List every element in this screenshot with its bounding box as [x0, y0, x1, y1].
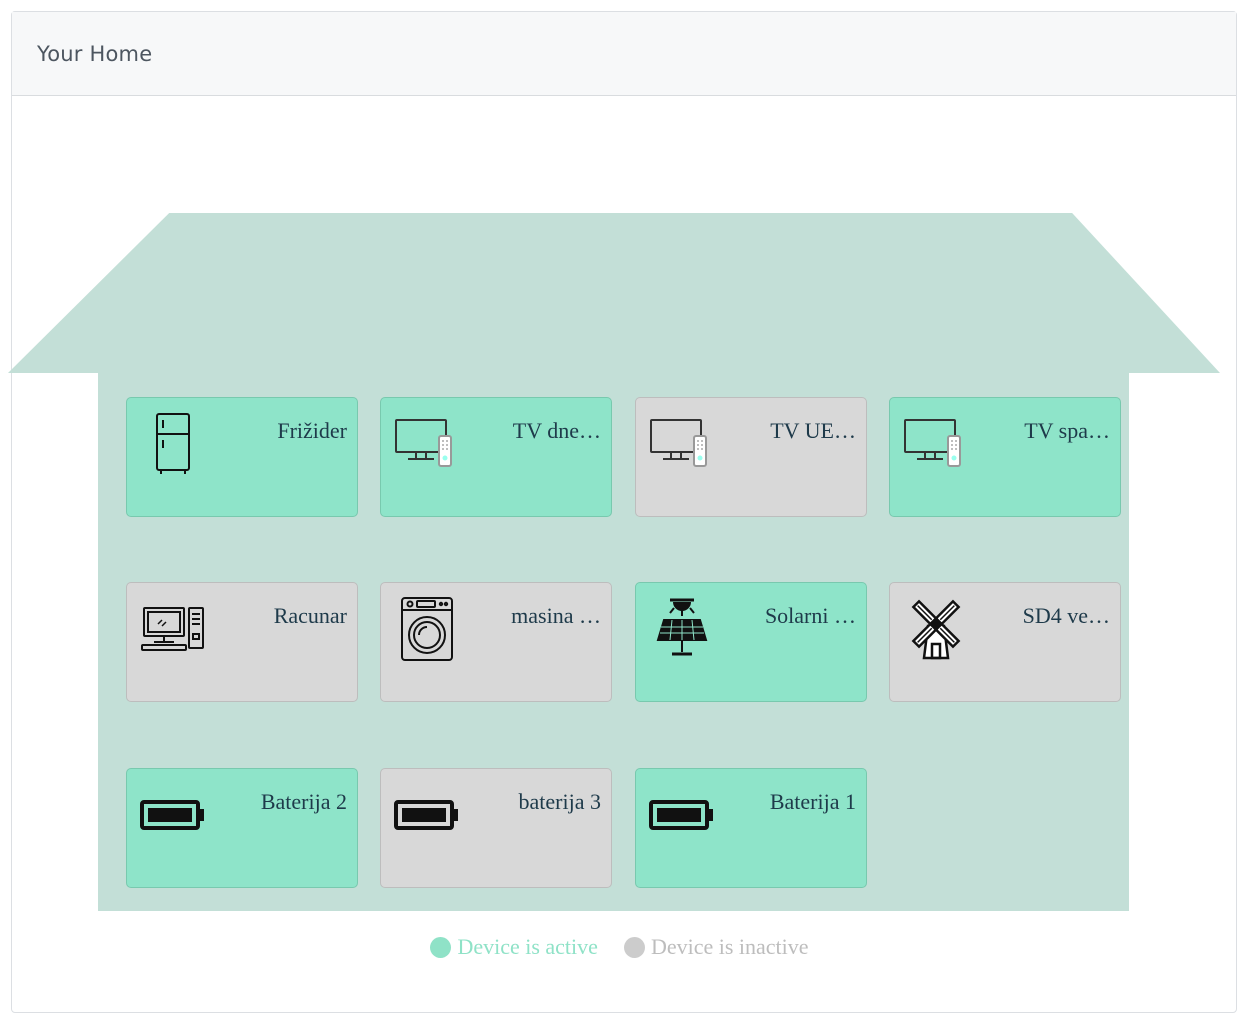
device-name: TV dne…: [512, 418, 601, 443]
device-card[interactable]: SD4 ve…: [889, 582, 1121, 702]
legend-inactive-label: Device is inactive: [650, 934, 809, 959]
device-card[interactable]: Solarni …: [635, 582, 867, 702]
device-card[interactable]: Frižider: [126, 397, 358, 517]
device-name: Frižider: [277, 418, 347, 443]
legend-active-label: Device is active: [457, 934, 598, 959]
legend-active: Device is active: [430, 934, 598, 960]
card-header: Your Home: [12, 12, 1236, 96]
device-card[interactable]: TV spa…: [889, 397, 1121, 517]
tv-icon: [393, 410, 461, 478]
device-name: masina …: [511, 603, 601, 628]
device-name: SD4 ve…: [1022, 603, 1110, 628]
device-name: baterija 3: [518, 789, 601, 814]
computer-icon: [139, 595, 207, 663]
inactive-dot-icon: [623, 936, 645, 958]
legend-inactive: Device is inactive: [623, 934, 809, 960]
device-card[interactable]: TV dne…: [380, 397, 612, 517]
solar-panel-icon: [648, 595, 716, 663]
windmill-icon: [902, 595, 970, 663]
device-card[interactable]: TV UE…: [635, 397, 867, 517]
device-name: Solarni …: [764, 603, 856, 628]
device-name: Racunar: [273, 603, 347, 628]
device-name: Baterija 1: [769, 789, 856, 814]
battery-icon: [393, 781, 461, 849]
battery-icon: [139, 781, 207, 849]
battery-icon: [648, 781, 716, 849]
washing-machine-icon: [393, 595, 461, 663]
house-roof: [8, 213, 1220, 373]
active-dot-icon: [430, 936, 452, 958]
tv-icon: [648, 410, 716, 478]
device-name: Baterija 2: [260, 789, 347, 814]
device-card[interactable]: Baterija 1: [635, 768, 867, 888]
device-card[interactable]: Racunar: [126, 582, 358, 702]
device-name: TV UE…: [770, 418, 856, 443]
device-name: TV spa…: [1024, 418, 1110, 443]
device-card[interactable]: masina …: [380, 582, 612, 702]
fridge-icon: [139, 410, 207, 478]
device-card[interactable]: Baterija 2: [126, 768, 358, 888]
tv-icon: [902, 410, 970, 478]
page-title: Your Home: [37, 42, 153, 66]
device-card[interactable]: baterija 3: [380, 768, 612, 888]
legend: Device is active Device is inactive: [0, 934, 1239, 960]
